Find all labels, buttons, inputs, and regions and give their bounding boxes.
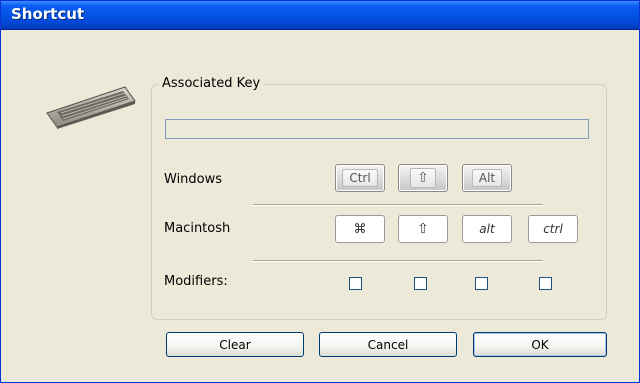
modifier-checkbox-2[interactable] [414, 277, 427, 290]
windows-ctrl-key[interactable]: Ctrl [335, 164, 385, 192]
separator [253, 260, 543, 262]
windows-ctrl-key-label: Ctrl [342, 169, 378, 187]
windows-alt-key-label: Alt [471, 169, 503, 187]
modifier-checkbox-4[interactable] [539, 277, 552, 290]
separator [253, 204, 543, 206]
windows-alt-key[interactable]: Alt [462, 164, 512, 192]
mac-shift-key-label: ⇧ [411, 220, 435, 238]
modifier-checkbox-1[interactable] [349, 277, 362, 290]
modifier-checkbox-3[interactable] [475, 277, 488, 290]
mac-control-key[interactable]: ctrl [528, 215, 578, 243]
window-title: Shortcut [11, 5, 85, 23]
mac-command-key[interactable]: ⌘ [335, 215, 385, 243]
keyboard-icon [46, 86, 136, 129]
associated-key-label: Associated Key [159, 76, 264, 91]
windows-shift-key[interactable]: ⇧ [398, 164, 448, 192]
ok-button[interactable]: OK [473, 332, 607, 357]
mac-command-key-label: ⌘ [347, 220, 373, 238]
windows-shift-key-label: ⇧ [410, 168, 436, 188]
cancel-button[interactable]: Cancel [319, 332, 457, 357]
windows-label: Windows [164, 172, 223, 187]
clear-button[interactable]: Clear [166, 332, 304, 357]
shortcut-dialog: Shortcut Associated Key Windows Ctrl ⇧ A… [0, 0, 640, 383]
associated-key-field[interactable] [165, 119, 589, 139]
mac-option-key[interactable]: alt [462, 215, 512, 243]
mac-shift-key[interactable]: ⇧ [398, 215, 448, 243]
modifiers-label: Modifiers: [164, 274, 228, 289]
macintosh-label: Macintosh [164, 221, 231, 236]
title-bar[interactable]: Shortcut [1, 1, 639, 30]
mac-option-key-label: alt [473, 221, 501, 237]
mac-control-key-label: ctrl [537, 221, 569, 237]
